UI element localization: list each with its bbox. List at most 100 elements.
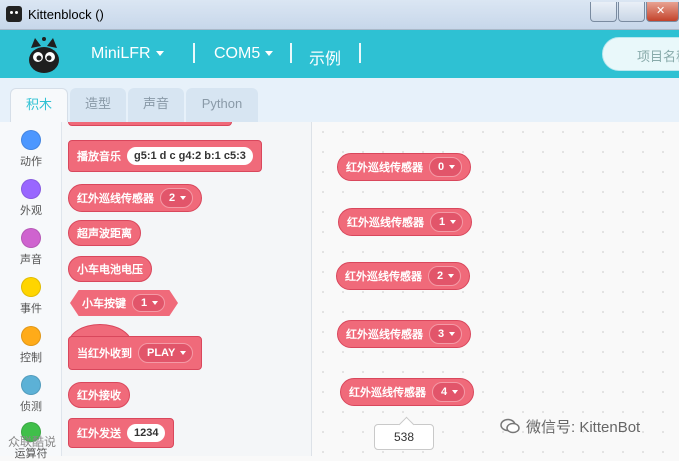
dropdown-value: 1	[141, 297, 148, 309]
kittenblock-app-icon	[6, 6, 22, 22]
sensor-index-dropdown[interactable]: 4	[432, 382, 466, 402]
chevron-down-icon	[450, 220, 457, 224]
sensor-index-dropdown[interactable]: 1	[430, 212, 464, 232]
dropdown-value: 4	[441, 386, 448, 398]
workspace-block-ir-sensor-2[interactable]: 红外巡线传感器 2	[336, 262, 471, 290]
dropdown-value: 2	[437, 270, 444, 282]
category-events[interactable]: 事件	[0, 277, 62, 316]
kitten-logo-icon	[29, 37, 59, 73]
block-label: 红外巡线传感器	[346, 162, 423, 174]
block-categories: 动作 外观 声音 事件 控制 侦测 运算符	[0, 122, 62, 460]
category-color-icon	[21, 326, 41, 346]
category-control[interactable]: 控制	[0, 326, 62, 365]
block-when-ir-received[interactable]: 当红外收到 PLAY	[68, 324, 203, 370]
category-label: 外观	[20, 205, 42, 217]
block-label: 红外巡线传感器	[346, 329, 423, 341]
category-color-icon	[21, 375, 41, 395]
port-select[interactable]: COM5	[214, 45, 274, 63]
tab-python[interactable]: Python	[186, 88, 258, 122]
block-label: 当红外收到	[77, 348, 132, 360]
close-button[interactable]	[646, 2, 679, 22]
block-ir-line-sensor[interactable]: 红外巡线传感器 2	[68, 184, 203, 212]
block-label: 红外接收	[77, 390, 121, 402]
sensor-index-dropdown[interactable]: 2	[160, 188, 194, 208]
chevron-down-icon	[152, 301, 159, 305]
block-ir-send[interactable]: 红外发送 1234	[68, 418, 175, 448]
project-name-placeholder: 项目名称	[637, 49, 679, 64]
music-notes-input[interactable]: g5:1 d c g4:2 b:1 c5:3	[127, 147, 253, 165]
block-label: 红外巡线传感器	[77, 193, 154, 205]
chevron-down-icon	[265, 51, 274, 57]
dropdown-value: 0	[438, 161, 445, 173]
ir-key-dropdown[interactable]: PLAY	[138, 343, 194, 363]
sensor-index-dropdown[interactable]: 2	[428, 266, 462, 286]
menu-divider	[193, 43, 195, 63]
block-ultrasonic-distance[interactable]: 超声波距离	[68, 220, 141, 246]
port-select-label: COM5	[214, 45, 261, 62]
window-title: Kittenblock ()	[28, 7, 104, 22]
button-index-dropdown[interactable]: 1	[132, 294, 166, 312]
corner-watermark: 众联酷说	[8, 435, 57, 449]
category-color-icon	[21, 228, 41, 248]
dropdown-value: 2	[169, 192, 176, 204]
maximize-button[interactable]	[618, 2, 645, 22]
watermark-text: 微信号: KittenBot	[526, 419, 641, 436]
block-palette: 播放音乐 g5:1 d c g4:2 b:1 c5:3 红外巡线传感器 2 超声…	[62, 122, 312, 456]
category-color-icon	[21, 179, 41, 199]
chevron-down-icon	[449, 332, 456, 336]
block-play-music[interactable]: 播放音乐 g5:1 d c g4:2 b:1 c5:3	[68, 140, 262, 172]
minimize-button[interactable]	[590, 2, 617, 22]
sensor-index-dropdown[interactable]: 0	[429, 157, 463, 177]
block-partial[interactable]	[68, 122, 232, 126]
chevron-down-icon	[448, 274, 455, 278]
category-motion[interactable]: 动作	[0, 130, 62, 169]
block-label: 红外巡线传感器	[349, 387, 426, 399]
block-label: 红外巡线传感器	[347, 217, 424, 229]
examples-menu[interactable]: 示例	[309, 45, 341, 69]
block-value-tooltip: 538	[374, 424, 434, 450]
board-select-label: MiniLFR	[91, 45, 151, 62]
dropdown-value: PLAY	[147, 347, 176, 359]
category-sensing[interactable]: 侦测	[0, 375, 62, 414]
category-looks[interactable]: 外观	[0, 179, 62, 218]
wechat-watermark: 微信号: KittenBot	[500, 416, 640, 437]
chevron-down-icon	[155, 51, 164, 57]
block-label: 红外发送	[77, 428, 121, 440]
category-sound[interactable]: 声音	[0, 228, 62, 267]
block-car-button[interactable]: 小车按键 1	[70, 290, 178, 316]
workspace-block-ir-sensor-1[interactable]: 红外巡线传感器 1	[338, 208, 473, 236]
workspace-block-ir-sensor-4[interactable]: 红外巡线传感器 4	[340, 378, 475, 406]
category-label: 声音	[20, 254, 42, 266]
category-color-icon	[21, 130, 41, 150]
category-label: 动作	[20, 156, 42, 168]
block-label: 小车按键	[82, 298, 126, 310]
category-label: 事件	[20, 303, 42, 315]
project-name-input[interactable]: 项目名称	[602, 37, 679, 71]
menu-divider	[290, 43, 292, 63]
tab-blocks[interactable]: 积木	[10, 88, 68, 122]
block-label: 播放音乐	[77, 151, 121, 163]
block-ir-receive[interactable]: 红外接收	[68, 382, 130, 408]
menu-divider	[359, 43, 361, 63]
sensor-index-dropdown[interactable]: 3	[429, 324, 463, 344]
dropdown-value: 3	[438, 328, 445, 340]
tab-costumes[interactable]: 造型	[70, 88, 126, 122]
menu-bar: MiniLFR COM5 示例 项目名称	[0, 30, 679, 78]
category-label: 侦测	[20, 401, 42, 413]
chevron-down-icon	[180, 196, 187, 200]
block-battery-voltage[interactable]: 小车电池电压	[68, 256, 152, 282]
window-titlebar: Kittenblock ()	[0, 0, 679, 30]
category-color-icon	[21, 277, 41, 297]
board-select[interactable]: MiniLFR	[91, 45, 164, 63]
block-label: 超声波距离	[77, 228, 132, 240]
block-label: 小车电池电压	[77, 264, 143, 276]
chevron-down-icon	[449, 165, 456, 169]
workspace-block-ir-sensor-0[interactable]: 红外巡线传感器 0	[337, 153, 472, 181]
editor-tabs: 积木 造型 声音 Python	[0, 78, 679, 122]
wechat-icon	[500, 418, 520, 434]
workspace-block-ir-sensor-3[interactable]: 红外巡线传感器 3	[337, 320, 472, 348]
block-label: 红外巡线传感器	[345, 271, 422, 283]
tab-sounds[interactable]: 声音	[128, 88, 184, 122]
ir-code-input[interactable]: 1234	[127, 424, 166, 442]
chevron-down-icon	[452, 390, 459, 394]
